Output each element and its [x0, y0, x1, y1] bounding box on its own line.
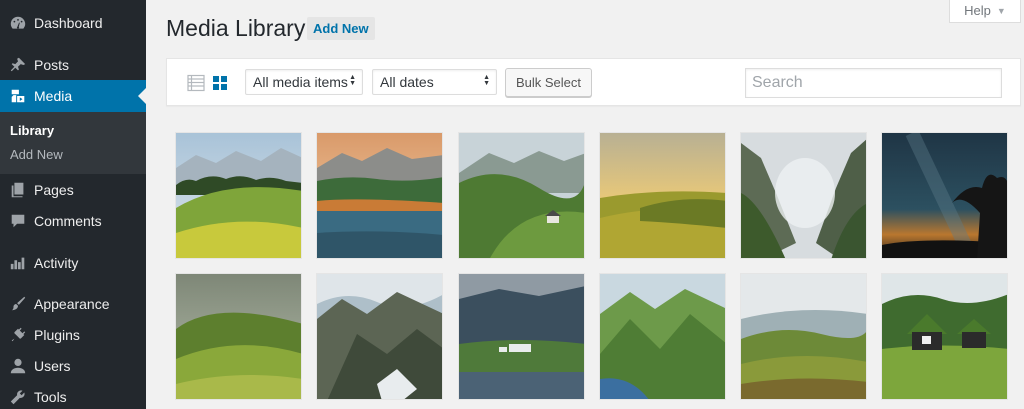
sidebar-item-appearance[interactable]: Appearance: [0, 288, 146, 320]
landscape-image-golden-meadow: [600, 133, 725, 258]
sidebar-item-activity[interactable]: Activity: [0, 247, 146, 279]
admin-sidebar: Dashboard Posts Media Library Add New Pa…: [0, 0, 146, 409]
submenu-item-library[interactable]: Library: [10, 123, 54, 138]
landscape-image-misty-gorge: [741, 133, 866, 258]
sidebar-item-label: Tools: [34, 389, 67, 405]
dashboard-icon: [8, 13, 28, 33]
help-tab-button[interactable]: Help ▼: [949, 0, 1021, 23]
list-view-icon[interactable]: [186, 73, 206, 93]
sidebar-item-label: Appearance: [34, 296, 110, 312]
landscape-image-rocky-ridge: [317, 274, 442, 399]
sidebar-item-label: Users: [34, 358, 71, 374]
media-thumbnail[interactable]: [740, 273, 867, 400]
landscape-image-turf-houses: [882, 274, 1007, 399]
search-input[interactable]: [745, 68, 1002, 98]
select-arrows-icon: ▲ ▼: [483, 74, 490, 87]
media-thumbnail[interactable]: [599, 273, 726, 400]
wrench-icon: [8, 387, 28, 407]
pushpin-icon: [8, 55, 28, 75]
media-submenu: Library Add New: [0, 112, 146, 174]
date-filter[interactable]: All dates ▲ ▼: [372, 69, 497, 95]
sidebar-item-label: Activity: [34, 255, 79, 271]
sidebar-item-label: Media: [34, 88, 73, 104]
media-thumbnail[interactable]: [316, 132, 443, 259]
plug-icon: [8, 325, 28, 345]
caret-down-icon: ▼: [996, 5, 1006, 16]
sidebar-item-dashboard[interactable]: Dashboard: [0, 7, 146, 39]
page-title: Media Library: [166, 15, 306, 41]
media-thumbnail[interactable]: [458, 273, 585, 400]
pages-icon: [8, 180, 28, 200]
media-icon: [8, 86, 28, 106]
landscape-image-lakeside-church: [459, 274, 584, 399]
grid-view-icon[interactable]: [210, 73, 230, 93]
help-label: Help: [964, 3, 991, 18]
sidebar-item-media[interactable]: Media: [0, 80, 146, 112]
sidebar-item-label: Comments: [34, 213, 102, 229]
user-icon: [8, 356, 28, 376]
landscape-image-hazy-hills: [741, 274, 866, 399]
media-thumbnail[interactable]: [740, 132, 867, 259]
media-thumbnail[interactable]: [881, 273, 1008, 400]
date-filter-value: All dates: [380, 74, 434, 90]
media-thumbnail[interactable]: [316, 273, 443, 400]
submenu-item-add-new[interactable]: Add New: [10, 147, 63, 162]
comment-bubble-icon: [8, 211, 28, 231]
media-thumbnail[interactable]: [175, 132, 302, 259]
sidebar-item-label: Plugins: [34, 327, 80, 343]
bulk-select-label: Bulk Select: [515, 75, 582, 90]
paintbrush-icon: [8, 294, 28, 314]
landscape-image-starry-night: [882, 133, 1007, 258]
sidebar-item-pages[interactable]: Pages: [0, 174, 146, 206]
bulk-select-button[interactable]: Bulk Select: [505, 68, 592, 97]
landscape-image-lake-sunset: [317, 133, 442, 258]
active-indicator-arrow: [138, 88, 146, 104]
add-new-button[interactable]: Add New: [307, 17, 375, 40]
activity-icon: [8, 253, 28, 273]
sidebar-item-posts[interactable]: Posts: [0, 49, 146, 81]
media-thumbnail[interactable]: [175, 273, 302, 400]
media-thumbnail[interactable]: [599, 132, 726, 259]
landscape-image-coastal-mountains: [600, 274, 725, 399]
landscape-image-hill: [176, 133, 301, 258]
select-arrows-icon: ▲ ▼: [349, 74, 356, 87]
sidebar-item-comments[interactable]: Comments: [0, 205, 146, 237]
media-type-filter[interactable]: All media items ▲ ▼: [245, 69, 363, 95]
landscape-image-stormy-hill: [176, 274, 301, 399]
media-thumbnail[interactable]: [458, 132, 585, 259]
media-type-filter-value: All media items: [253, 74, 348, 90]
sidebar-item-tools[interactable]: Tools: [0, 381, 146, 409]
media-toolbar: All media items ▲ ▼ All dates ▲ ▼ Bulk Sel…: [166, 58, 1021, 106]
media-thumbnail[interactable]: [881, 132, 1008, 259]
sidebar-item-label: Posts: [34, 57, 70, 73]
landscape-image-valley-house: [459, 133, 584, 258]
sidebar-item-users[interactable]: Users: [0, 350, 146, 382]
sidebar-item-label: Dashboard: [34, 15, 103, 31]
sidebar-item-label: Pages: [34, 182, 74, 198]
sidebar-item-plugins[interactable]: Plugins: [0, 319, 146, 351]
